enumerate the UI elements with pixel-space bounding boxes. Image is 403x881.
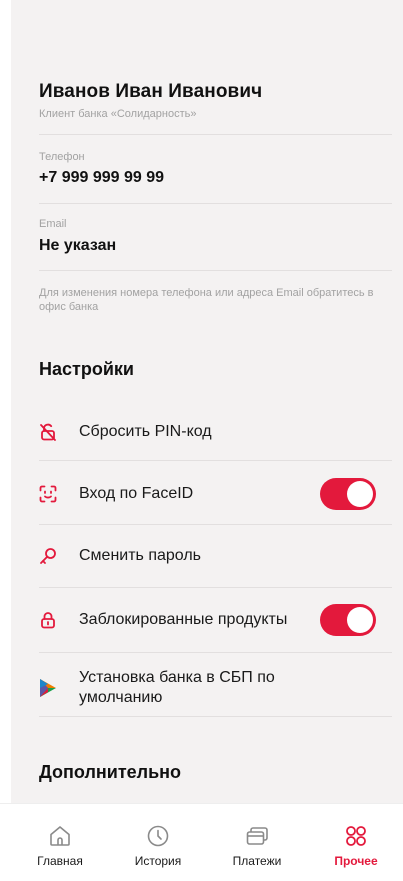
content-panel: Иванов Иван Иванович Клиент банка «Солид… bbox=[11, 0, 403, 803]
cards-icon bbox=[246, 827, 268, 845]
change-password-row[interactable]: Сменить пароль bbox=[39, 530, 392, 582]
blocked-products-row[interactable]: Заблокированные продукты bbox=[39, 594, 392, 646]
tab-payments[interactable]: Платежи bbox=[212, 804, 302, 881]
blocked-products-label: Заблокированные продукты bbox=[79, 611, 288, 628]
profile-subtitle: Клиент банка «Солидарность» bbox=[39, 108, 197, 120]
divider bbox=[39, 652, 392, 653]
settings-title: Настройки bbox=[39, 359, 134, 379]
sbp-default-row[interactable]: Установка банка в СБП по умолчанию bbox=[39, 660, 392, 716]
toggle-knob bbox=[347, 607, 373, 633]
additional-title: Дополнительно bbox=[39, 762, 182, 782]
divider bbox=[39, 203, 392, 204]
home-icon bbox=[50, 826, 70, 846]
divider bbox=[39, 587, 392, 588]
toggle-knob bbox=[347, 481, 373, 507]
blocked-products-toggle[interactable] bbox=[320, 604, 376, 636]
divider bbox=[39, 460, 392, 461]
lock-icon bbox=[39, 611, 57, 629]
tab-history-label: История bbox=[134, 854, 182, 868]
change-password-label: Сменить пароль bbox=[79, 547, 202, 564]
contact-hint: Для изменения номера телефона или адреса… bbox=[39, 287, 374, 313]
key-icon bbox=[39, 547, 57, 565]
tab-more[interactable]: Прочее bbox=[311, 804, 401, 881]
phone-value: +7 999 999 99 99 bbox=[39, 169, 165, 186]
sbp-default-label: Установка банка в СБП по умолчанию bbox=[79, 669, 275, 706]
email-label: Email bbox=[39, 218, 67, 230]
tab-history[interactable]: История bbox=[113, 804, 203, 881]
face-id-icon bbox=[39, 485, 57, 503]
divider bbox=[39, 716, 392, 717]
reset-pin-row[interactable]: Сбросить PIN-код bbox=[39, 406, 392, 458]
profile-screen: Иванов Иван Иванович Клиент банка «Солид… bbox=[0, 0, 403, 881]
faceid-toggle[interactable] bbox=[320, 478, 376, 510]
tab-more-label: Прочее bbox=[334, 854, 378, 868]
tab-home-label: Главная bbox=[37, 854, 83, 868]
faceid-label: Вход по FaceID bbox=[79, 485, 194, 502]
divider bbox=[39, 134, 392, 135]
reset-pin-label: Сбросить PIN-код bbox=[79, 423, 212, 440]
clock-icon bbox=[147, 825, 169, 847]
divider bbox=[39, 270, 392, 271]
bottom-tab-bar: Главная История Платежи Прочее bbox=[0, 803, 403, 881]
tab-home[interactable]: Главная bbox=[15, 804, 105, 881]
grid-icon bbox=[346, 826, 366, 846]
tab-payments-label: Платежи bbox=[232, 854, 282, 868]
divider bbox=[39, 524, 392, 525]
profile-name: Иванов Иван Иванович bbox=[39, 81, 263, 102]
lock-slash-icon bbox=[39, 423, 57, 441]
phone-label: Телефон bbox=[39, 151, 85, 163]
sbp-logo-icon bbox=[39, 679, 57, 697]
faceid-row[interactable]: Вход по FaceID bbox=[39, 468, 392, 520]
email-value: Не указан bbox=[39, 237, 117, 254]
